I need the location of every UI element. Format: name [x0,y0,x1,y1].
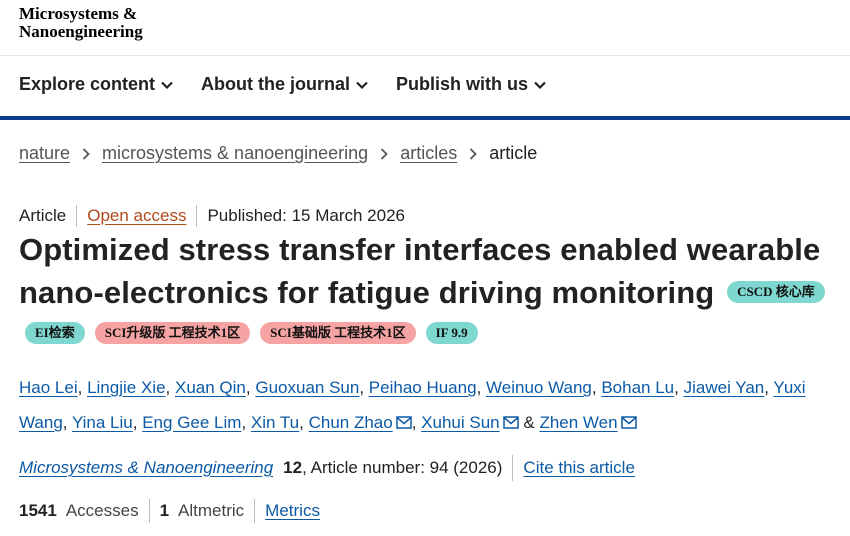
author-link[interactable]: Hao Lei [19,378,78,397]
author-link[interactable]: Xin Tu [251,413,299,432]
cite-this-article-link[interactable]: Cite this article [523,458,634,478]
metrics-divider [148,499,150,523]
chevron-right-icon [380,147,388,160]
altmetric-label: Altmetric [178,501,245,520]
metrics-link[interactable]: Metrics [265,501,320,521]
mail-icon[interactable] [395,416,412,429]
author-link[interactable]: Bohan Lu [601,378,674,397]
badge-ei: EI检索 [25,322,85,344]
author-link[interactable]: Yina Liu [72,413,133,432]
nav-about-journal[interactable]: About the journal [201,74,368,95]
article-title-text: Optimized stress transfer interfaces ena… [19,232,821,310]
badge-cscd: CSCD 核心库 [727,280,825,303]
nav-explore-content[interactable]: Explore content [19,74,173,95]
breadcrumb-articles[interactable]: articles [400,143,457,164]
author-link[interactable]: Zhen Wen [539,413,617,432]
brand-bar [0,116,850,120]
index-badges: EI检索 SCI升级版 工程技术1区 SCI基础版 工程技术1区 IF 9.9 [25,322,488,344]
breadcrumb: nature microsystems & nanoengineering ar… [19,143,537,164]
main-nav: Explore content About the journal Publis… [19,74,574,95]
nav-explore-content-label: Explore content [19,74,156,94]
article-metrics: 1541 Accesses 1 Altmetric Metrics [19,499,320,523]
author-link[interactable]: Weinuo Wang [486,378,592,397]
citation-divider [512,455,514,481]
badge-impact-factor: IF 9.9 [425,322,478,344]
article-meta: Article Open access Published: 15 March … [19,205,405,227]
badge-sci-basic: SCI基础版 工程技术1区 [260,322,416,344]
author-link[interactable]: Jiawei Yan [684,378,765,397]
chevron-right-icon [82,147,90,160]
journal-logo[interactable]: Microsystems & Nanoengineering [19,5,143,41]
author-link[interactable]: Lingjie Xie [87,378,165,397]
journal-citation: Microsystems & Nanoengineering 12 , Arti… [19,455,635,481]
altmetric-count: 1 [159,501,170,520]
chevron-down-icon [534,81,546,89]
mail-icon[interactable] [502,416,519,429]
author-link[interactable]: Eng Gee Lim [142,413,241,432]
article-type: Article [19,206,67,225]
author-link[interactable]: Xuhui Sun [421,413,499,432]
nav-about-journal-label: About the journal [201,74,351,94]
badge-sci-upgrade: SCI升级版 工程技术1区 [94,322,251,344]
meta-divider [76,205,78,227]
author-link[interactable]: Chun Zhao [309,413,393,432]
mail-icon[interactable] [620,416,637,429]
breadcrumb-current: article [489,143,538,163]
open-access-link[interactable]: Open access [87,206,186,226]
chevron-down-icon [161,81,173,89]
journal-volume: 12 [283,458,303,477]
author-list: Hao Lei, Lingjie Xie, Xuan Qin, Guoxuan … [19,378,806,432]
nav-publish-with-us-label: Publish with us [396,74,529,94]
logo-line-1: Microsystems & [19,4,138,23]
header-divider [0,55,850,56]
author-link[interactable]: Guoxuan Sun [255,378,359,397]
nav-publish-with-us[interactable]: Publish with us [396,74,546,95]
article-title: Optimized stress transfer interfaces ena… [19,228,834,314]
breadcrumb-journal[interactable]: microsystems & nanoengineering [102,143,368,164]
chevron-right-icon [469,147,477,160]
published-date: Published: 15 March 2026 [207,206,405,225]
logo-line-2: Nanoengineering [19,22,143,41]
accesses-count: 1541 [19,501,57,520]
author-link[interactable]: Xuan Qin [175,378,246,397]
breadcrumb-nature[interactable]: nature [19,143,70,164]
meta-divider [196,205,198,227]
journal-name-link[interactable]: Microsystems & Nanoengineering [19,458,273,478]
accesses-label: Accesses [65,501,139,520]
metrics-divider [254,499,256,523]
article-number: , Article number: 94 (2026) [302,458,503,477]
author-link[interactable]: Peihao Huang [369,378,477,397]
chevron-down-icon [356,81,368,89]
